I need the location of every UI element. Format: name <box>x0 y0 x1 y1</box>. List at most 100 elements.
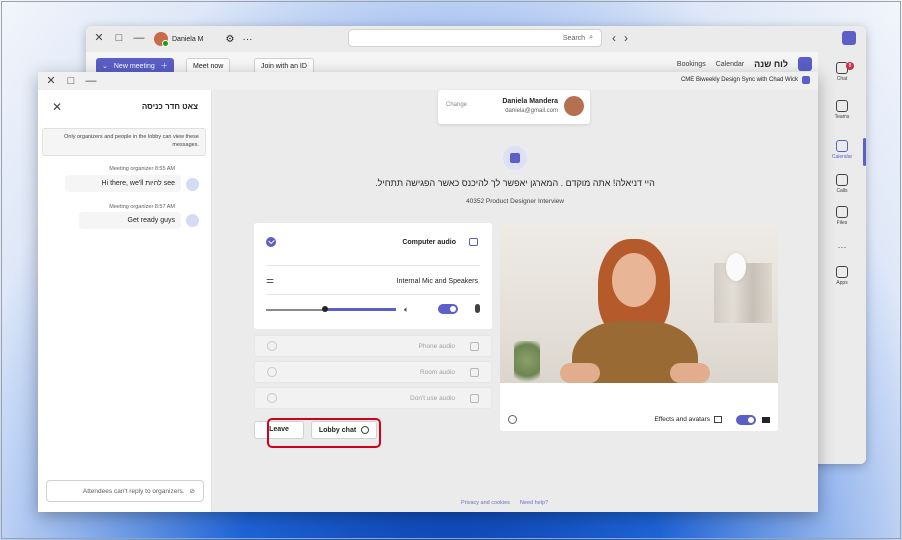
rail-item-calls[interactable]: Calls <box>818 174 866 194</box>
rail-item-apps[interactable]: Apps <box>818 266 866 286</box>
prejoin-stage: Daniela Mandera daniela@gmail.com Change… <box>213 90 818 512</box>
more-icon: ··· <box>837 242 847 252</box>
settings-sliders-icon[interactable]: ⚌ <box>266 275 274 286</box>
close-icon[interactable]: ✕ <box>52 100 62 114</box>
radio[interactable] <box>267 393 277 403</box>
calendar-tabs: Bookings Calendar לוח שנה <box>677 57 812 71</box>
video-person-arm <box>560 363 600 383</box>
more-icon[interactable]: ··· <box>242 34 252 45</box>
close-icon[interactable]: ✕ <box>44 74 58 88</box>
maximize-icon[interactable]: □ <box>112 31 126 45</box>
rail-item-calendar[interactable]: Calendar <box>818 140 866 160</box>
join-with-id-label: Join with an ID <box>261 62 307 70</box>
apps-icon <box>836 266 848 278</box>
meeting-name: 40352 Product Designer Interview <box>466 198 564 205</box>
radio[interactable] <box>267 367 277 377</box>
app-rail: 8 Chat Teams Calendar Calls Files ··· Ap… <box>818 52 866 464</box>
speaker-off-icon <box>470 394 479 403</box>
tab-calendar[interactable]: Calendar <box>716 61 744 68</box>
unread-badge: 8 <box>846 62 854 70</box>
chat-input-status: Attendees can't reply to organizers. <box>82 487 185 495</box>
video-person-arm <box>670 363 710 383</box>
search-icon: ⌕ <box>589 34 593 41</box>
account-card: Daniela Mandera daniela@gmail.com Change <box>438 90 590 124</box>
effects-label: Effects and avatars <box>654 416 710 423</box>
effects-button[interactable]: Effects and avatars <box>654 416 722 423</box>
mic-icon <box>475 304 480 313</box>
room-audio-option[interactable]: Room audio <box>254 361 492 383</box>
avatar <box>186 214 199 227</box>
search-placeholder: Search <box>562 34 586 42</box>
teams-icon <box>836 100 848 112</box>
teams-meeting-icon <box>503 146 527 170</box>
rail-item-more[interactable]: ··· <box>818 242 866 252</box>
teams-logo-icon <box>842 31 856 45</box>
no-audio-label: Don't use audio <box>410 395 455 402</box>
lobby-titlebar: ✕ □ — CME Biweekly Design Sync with Chad… <box>38 72 818 90</box>
change-account-link[interactable]: Change <box>446 102 467 108</box>
minimize-icon[interactable]: — <box>84 74 98 88</box>
rail-item-files[interactable]: Files <box>818 206 866 226</box>
account-name: Daniela Mandera <box>502 98 558 105</box>
camera-preview <box>500 223 778 409</box>
divider <box>266 294 480 295</box>
phone-audio-option[interactable]: Phone audio <box>254 335 492 357</box>
camera-toggle[interactable] <box>736 415 756 425</box>
calendar-app-icon <box>798 57 812 71</box>
computer-audio-label: Computer audio <box>402 239 456 246</box>
rail-item-teams[interactable]: Teams <box>818 100 866 120</box>
rail-label: Calendar <box>831 154 853 160</box>
chat-panel-title: צאט חדר כניסה <box>141 102 198 111</box>
teams-titlebar: ✕ □ — Daniela M ⚙ ··· Search ⌕ ‹› <box>86 26 866 52</box>
tab-bookings[interactable]: Bookings <box>677 61 706 68</box>
rail-label: Calls <box>836 188 848 194</box>
phone-icon <box>470 342 479 351</box>
room-icon <box>470 368 479 377</box>
chat-panel-header: ✕ צאט חדר כניסה <box>38 90 212 126</box>
video-lamp <box>726 253 746 281</box>
user-name: Daniela M <box>172 35 204 43</box>
chevron-down-icon: ⌄ <box>102 63 108 70</box>
privacy-link[interactable]: Privacy and cookies <box>461 500 510 506</box>
user-profile[interactable]: Daniela M ⚙ ··· <box>154 30 252 48</box>
list-item: Get ready guys <box>79 212 181 229</box>
camera-icon <box>762 417 770 423</box>
file-icon <box>836 206 848 218</box>
help-link[interactable]: Need help? <box>520 500 548 506</box>
settings-icon[interactable]: ⚙ <box>226 34 235 45</box>
maximize-icon[interactable]: □ <box>64 74 78 88</box>
video-controls: Effects and avatars <box>500 409 778 431</box>
avatar <box>186 178 199 191</box>
device-label[interactable]: Internal Mic and Speakers <box>397 278 478 285</box>
speaker-icon: 🔈︎ <box>404 305 409 314</box>
minimize-icon[interactable]: — <box>132 31 146 45</box>
rail-label: Files <box>836 220 848 226</box>
window-title: CME Biweekly Design Sync with Chad Wick <box>681 76 810 84</box>
mic-toggle[interactable] <box>438 304 458 314</box>
video-table <box>500 383 778 409</box>
computer-audio-card[interactable]: Computer audio ⚌ Internal Mic and Speake… <box>254 223 492 329</box>
effects-icon <box>714 416 722 423</box>
close-icon[interactable]: ✕ <box>92 31 106 45</box>
teams-logo-icon <box>802 76 810 84</box>
chat-input[interactable]: Attendees can't reply to organizers. ⊘ <box>46 480 204 502</box>
avatar <box>154 32 169 47</box>
selected-radio[interactable] <box>266 237 276 247</box>
lobby-chat-highlight <box>267 418 381 448</box>
phone-audio-label: Phone audio <box>418 343 455 350</box>
divider <box>266 265 480 266</box>
video-plant <box>514 341 540 389</box>
lobby-chat-panel: ✕ צאט חדר כניסה Only organizers and peop… <box>38 90 212 512</box>
search-input[interactable]: Search ⌕ <box>348 29 602 47</box>
rail-item-chat[interactable]: 8 Chat <box>818 62 866 82</box>
radio[interactable] <box>267 341 277 351</box>
room-audio-label: Room audio <box>419 369 455 376</box>
video-person-face <box>612 253 656 307</box>
gear-icon[interactable] <box>508 415 517 424</box>
nav-arrows[interactable]: ‹› <box>612 31 636 45</box>
avatar <box>564 96 584 116</box>
phone-icon <box>836 174 848 186</box>
no-audio-option[interactable]: Don't use audio <box>254 387 492 409</box>
monitor-icon <box>469 238 478 246</box>
volume-thumb[interactable] <box>321 306 328 312</box>
